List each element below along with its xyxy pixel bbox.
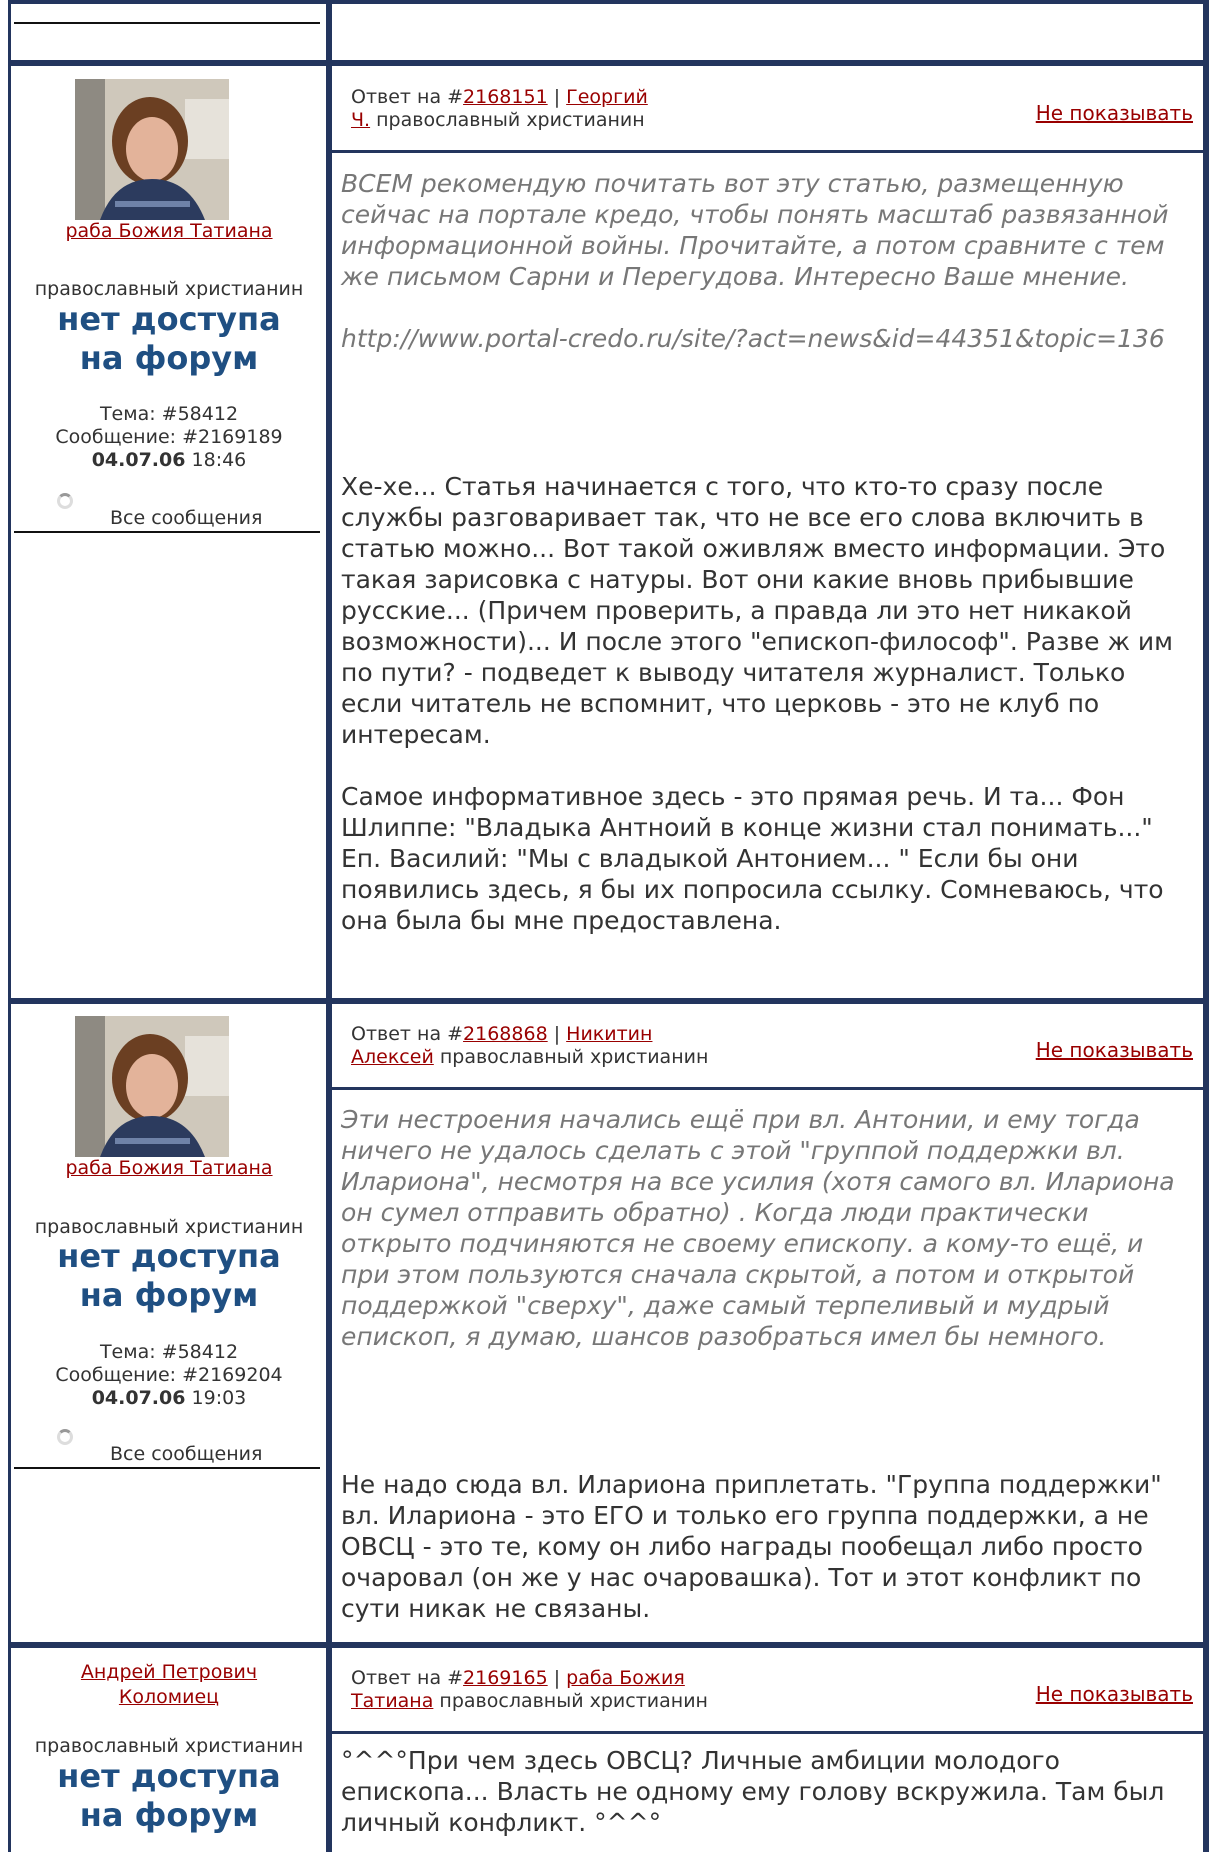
post-datetime: 04.07.06 18:46 [8,449,330,472]
avatar-photo [75,1016,229,1157]
author-link[interactable]: раба Божия Татиана [65,220,272,242]
message-number: Сообщение: #2169204 [55,1364,283,1386]
access-line-1: нет доступа [57,300,281,338]
forum-thread: раба Божия Татиана православный христиан… [0,0,1209,1852]
all-messages-link[interactable]: Все сообщения [110,1443,262,1465]
loading-icon [57,493,73,509]
row-separator [8,1642,1209,1648]
reply-author-link-cont[interactable]: Алексей [351,1046,434,1068]
body-paragraph: Самое информативное здесь - это прямая р… [341,782,1164,935]
post-body: Хе-хе... Статья начинается с того, что к… [341,471,1181,936]
reply-author-role: православный христианин [439,1046,709,1068]
access-status: нет доступа на форум [8,1757,330,1835]
reply-author-role: православный христианин [376,109,645,131]
post-datetime: 04.07.06 19:03 [8,1387,330,1410]
quote-paragraph: Эти нестроения начались ещё при вл. Анто… [341,1105,1175,1351]
hide-button[interactable]: Не показывать [1036,1038,1193,1062]
post-meta: Тема: #58412 Сообщение: #2169189 04.07.0… [8,403,330,472]
access-status: нет доступа на форум [8,1237,330,1315]
topic-number: Тема: #58412 [99,1341,239,1363]
post-header-divider [332,150,1203,153]
reply-header: Ответ на #2169165 | раба Божия Татиана п… [351,1667,708,1712]
quoted-text: Эти нестроения начались ещё при вл. Анто… [341,1104,1181,1352]
reply-author-role: православный христианин [439,1690,708,1712]
author-role: православный христианин [34,1735,304,1757]
left-underline [14,1467,320,1469]
post-date: 04.07.06 [91,449,186,471]
reply-author-link-cont[interactable]: Татиана [351,1690,433,1712]
author-name: Андрей Петрович Коломиец [8,1660,330,1710]
reply-prefix: Ответ на # [351,1023,464,1045]
access-line-2: на форум [79,339,259,377]
post-time: 19:03 [191,1387,247,1409]
post-header-divider [332,1087,1203,1090]
access-line-1: нет доступа [57,1757,281,1795]
author-link[interactable]: раба Божия Татиана [65,1157,272,1179]
access-line-2: на форум [79,1796,259,1834]
reply-header: Ответ на #2168151 | Георгий Ч. православ… [351,86,648,131]
topic-number: Тема: #58412 [99,403,239,425]
row-separator [8,60,1209,66]
hide-button[interactable]: Не показывать [1036,1682,1193,1706]
hide-button[interactable]: Не показывать [1036,101,1193,125]
reply-author-link[interactable]: Георгий [566,86,648,108]
quote-paragraph: ВСЕМ рекомендую почитать вот эту статью,… [341,169,1169,291]
post-body: °^^°При чем здесь ОВСЦ? Личные амбиции м… [341,1745,1181,1838]
access-line-2: на форум [79,1276,259,1314]
reply-author-link-cont[interactable]: Ч. [351,109,370,131]
reply-to-link[interactable]: 2168151 [463,86,548,108]
loading-icon [57,1429,73,1445]
avatar[interactable] [75,1016,229,1157]
reply-header: Ответ на #2168868 | Никитин Алексей прав… [351,1023,709,1068]
all-messages-link[interactable]: Все сообщения [110,507,262,529]
author-link[interactable]: Андрей Петрович [81,1661,257,1683]
message-number: Сообщение: #2169189 [55,426,283,448]
right-border [1203,0,1209,1852]
post-body: Не надо сюда вл. Илариона приплетать. "Г… [341,1469,1181,1624]
row-separator [8,998,1209,1004]
author-role: православный христианин [34,1216,304,1238]
header-underline [14,22,320,24]
avatar-photo [75,79,229,220]
reply-to-link[interactable]: 2169165 [463,1667,548,1689]
reply-prefix: Ответ на # [351,1667,464,1689]
quote-link-text: http://www.portal-credo.ru/site/?act=new… [341,324,1165,353]
body-paragraph: °^^°При чем здесь ОВСЦ? Личные амбиции м… [341,1746,1165,1837]
post-date: 04.07.06 [91,1387,186,1409]
access-status: нет доступа на форум [8,300,330,378]
post-header-divider [332,1731,1203,1734]
post-time: 18:46 [191,449,247,471]
author-link-cont[interactable]: Коломиец [119,1686,219,1708]
author-role: православный христианин [34,278,304,300]
body-paragraph: Хе-хе... Статья начинается с того, что к… [341,472,1174,749]
avatar[interactable] [75,79,229,220]
quoted-text: ВСЕМ рекомендую почитать вот эту статью,… [341,168,1181,354]
reply-author-link[interactable]: Никитин [566,1023,652,1045]
body-paragraph: Не надо сюда вл. Илариона приплетать. "Г… [341,1470,1162,1623]
top-border [8,0,1209,4]
reply-to-link[interactable]: 2168868 [463,1023,548,1045]
reply-prefix: Ответ на # [351,86,464,108]
reply-author-link[interactable]: раба Божия [566,1667,685,1689]
access-line-1: нет доступа [57,1237,281,1275]
post-meta: Тема: #58412 Сообщение: #2169204 04.07.0… [8,1341,330,1410]
left-underline [14,531,320,533]
